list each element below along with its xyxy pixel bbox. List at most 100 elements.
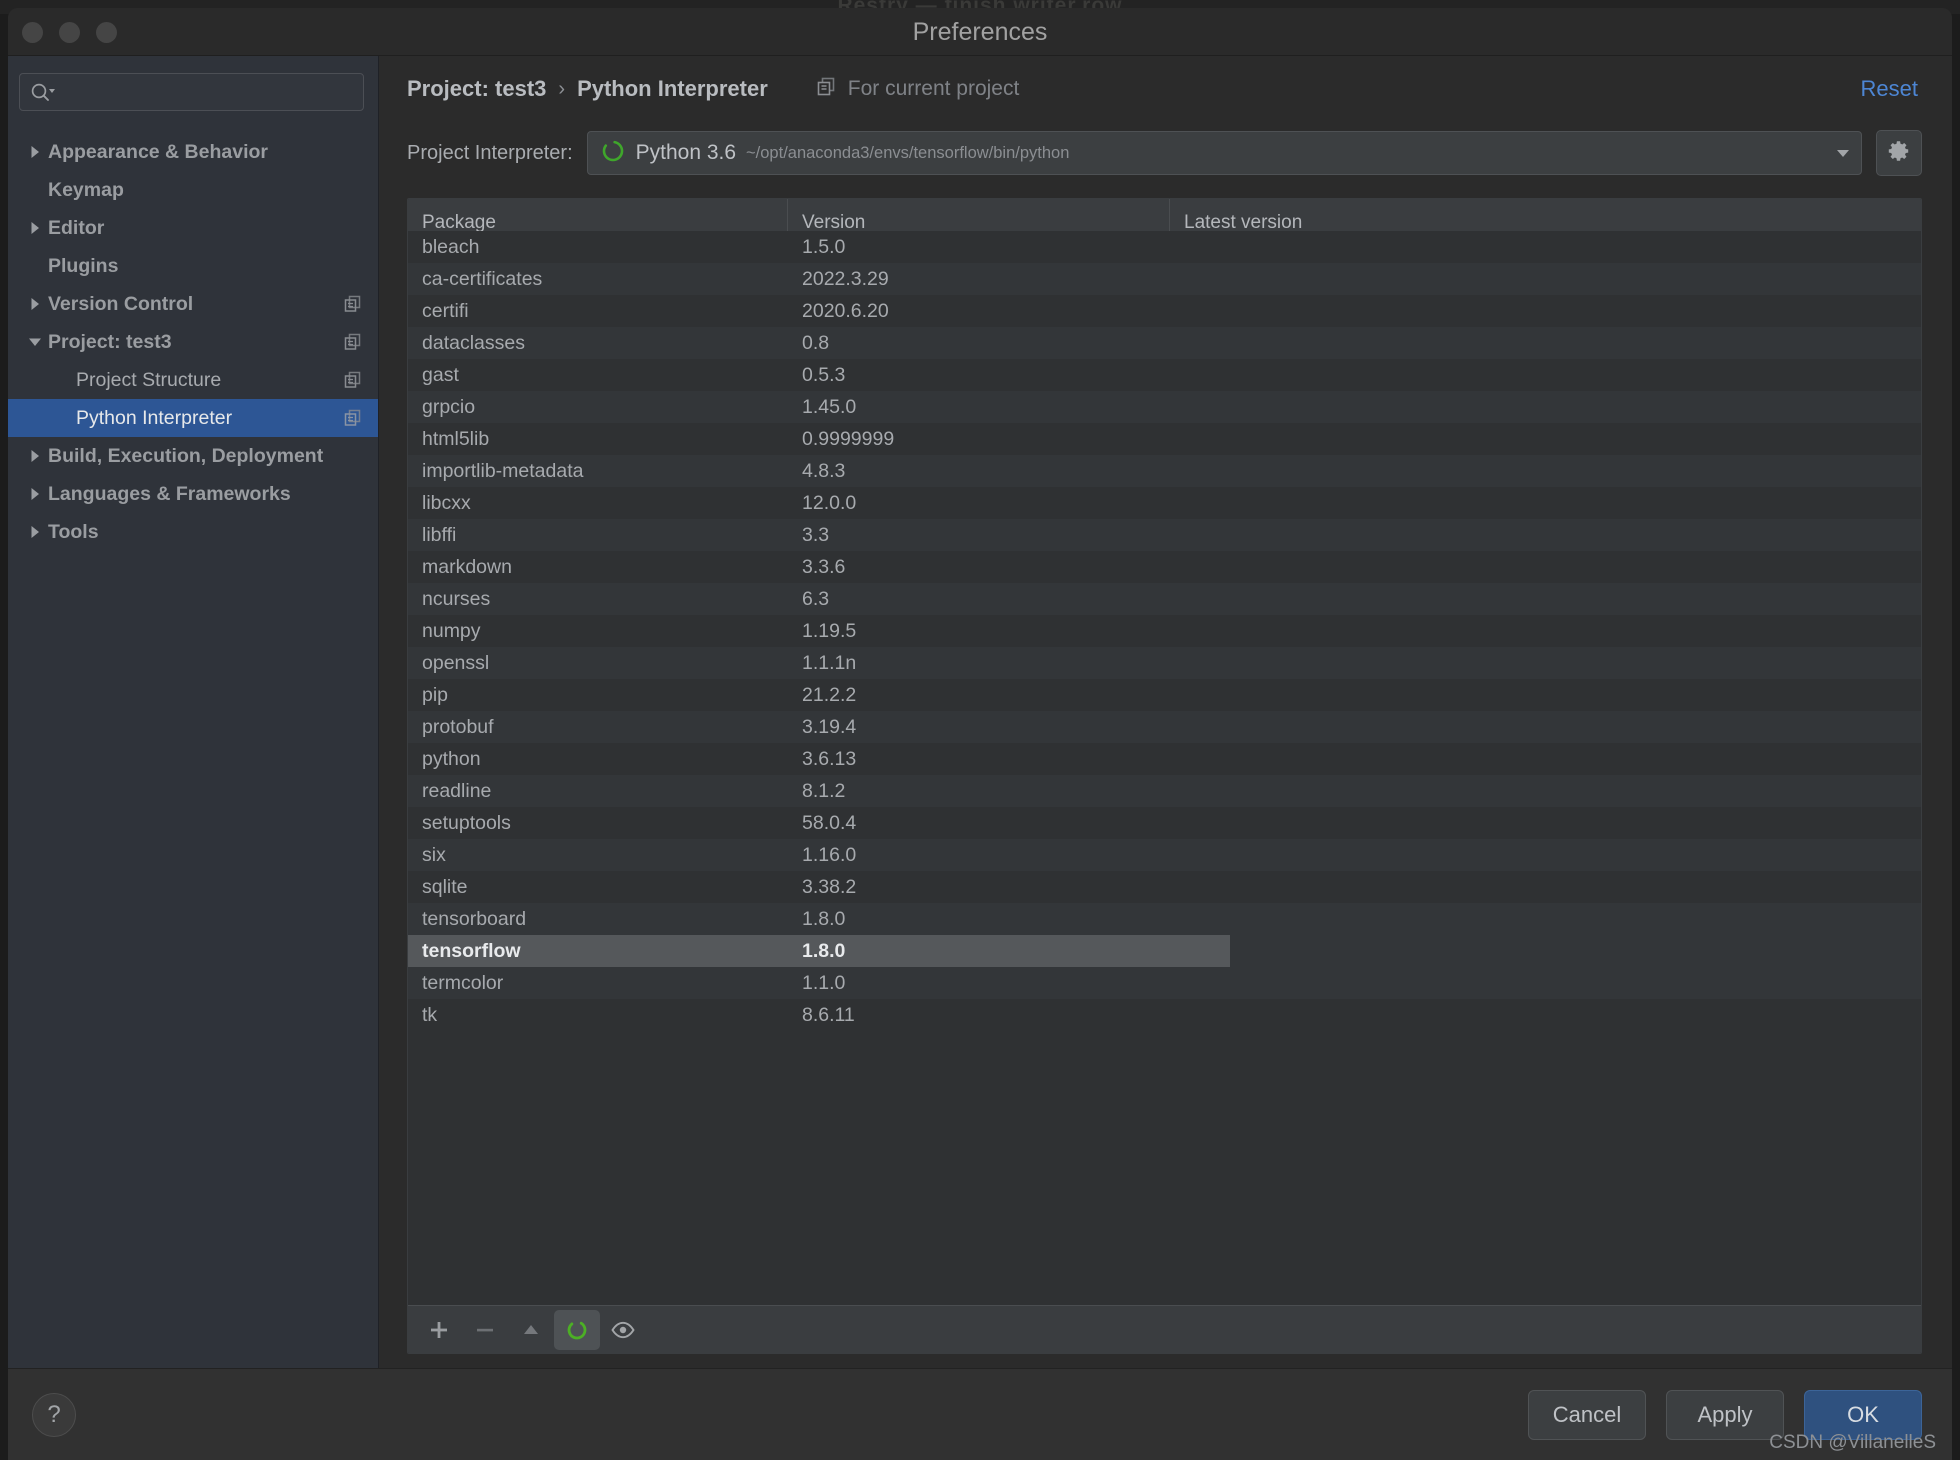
project-scope-badge-icon (342, 369, 364, 391)
cell-version: 58.0.4 (802, 811, 857, 834)
cell-version: 2022.3.29 (802, 267, 889, 290)
sidebar-item-languages-frameworks[interactable]: Languages & Frameworks (8, 475, 378, 513)
reset-link[interactable]: Reset (1861, 76, 1918, 102)
cell-version: 3.3.6 (802, 555, 846, 578)
chevron-right-icon[interactable] (22, 523, 48, 541)
table-row[interactable]: setuptools 58.0.4 (408, 807, 1921, 839)
breadcrumb: Project: test3 › Python Interpreter For … (379, 56, 1952, 122)
table-row[interactable]: termcolor 1.1.0 (408, 967, 1921, 999)
table-row[interactable]: numpy 1.19.5 (408, 615, 1921, 647)
ok-button[interactable]: OK (1804, 1389, 1922, 1440)
cancel-button[interactable]: Cancel (1528, 1389, 1646, 1440)
cell-version: 2020.6.20 (802, 299, 889, 322)
uninstall-package-button[interactable] (462, 1310, 508, 1350)
sidebar-item-plugins[interactable]: Plugins (8, 247, 378, 285)
packages-table: Package Version Latest version bleach 1.5… (407, 198, 1922, 1354)
chevron-right-icon[interactable] (22, 295, 48, 313)
table-row[interactable]: libcxx 12.0.0 (408, 487, 1921, 519)
cell-package: ncurses (422, 587, 491, 610)
interpreter-dropdown[interactable]: Python 3.6 ~/opt/anaconda3/envs/tensorfl… (586, 131, 1862, 175)
breadcrumb-parent[interactable]: Project: test3 (407, 76, 546, 102)
cell-version: 0.8 (802, 331, 830, 354)
scope-note: For current project (816, 76, 1019, 103)
cell-package: protobuf (422, 715, 494, 738)
chevron-right-icon[interactable] (22, 219, 48, 237)
chevron-right-icon[interactable] (22, 447, 48, 465)
table-row[interactable]: grpcio 1.45.0 (408, 391, 1921, 423)
table-row[interactable]: libffi 3.3 (408, 519, 1921, 551)
table-row[interactable]: six 1.16.0 (408, 839, 1921, 871)
table-row[interactable]: gast 0.5.3 (408, 359, 1921, 391)
table-row[interactable]: ca-certificates 2022.3.29 (408, 263, 1921, 295)
packages-toolbar (408, 1305, 1921, 1353)
chevron-right-icon[interactable] (22, 143, 48, 161)
zoom-window-button[interactable] (96, 21, 117, 43)
sidebar-item-project-test3[interactable]: Project: test3 (8, 323, 378, 361)
sidebar-item-version-control[interactable]: Version Control (8, 285, 378, 323)
search-box[interactable] (19, 73, 364, 111)
apply-button[interactable]: Apply (1666, 1389, 1784, 1440)
search-input[interactable] (56, 82, 353, 102)
window-title: Preferences (912, 18, 1048, 46)
sidebar-item-tools[interactable]: Tools (8, 513, 378, 551)
sidebar-item-editor[interactable]: Editor (8, 209, 378, 247)
cell-version: 8.6.11 (802, 1003, 855, 1026)
table-row[interactable]: dataclasses 0.8 (408, 327, 1921, 359)
dialog-body: Appearance & Behavior Keymap Editor Plugins… (8, 56, 1952, 1368)
table-row[interactable]: tk 8.6.11 (408, 999, 1921, 1031)
cell-package: dataclasses (422, 331, 525, 354)
table-row[interactable]: certifi 2020.6.20 (408, 295, 1921, 327)
sidebar-item-project-structure[interactable]: Project Structure (8, 361, 378, 399)
cell-package: six (422, 843, 446, 866)
cell-package: ca-certificates (422, 267, 543, 290)
help-button[interactable]: ? (32, 1392, 76, 1437)
table-row[interactable]: importlib-metadata 4.8.3 (408, 455, 1921, 487)
sidebar-item-label: Project: test3 (48, 330, 172, 353)
table-row[interactable]: html5lib 0.9999999 (408, 423, 1921, 455)
sidebar-item-appearance-behavior[interactable]: Appearance & Behavior (8, 133, 378, 171)
table-row[interactable]: pip 21.2.2 (408, 679, 1921, 711)
footer-button-group: Cancel Apply OK (1528, 1389, 1922, 1440)
table-row[interactable]: tensorboard 1.8.0 (408, 903, 1921, 935)
table-row[interactable]: bleach 1.5.0 (408, 231, 1921, 263)
sidebar-item-label: Languages & Frameworks (48, 482, 291, 505)
sidebar-item-label: Appearance & Behavior (48, 140, 268, 163)
packages-table-body[interactable]: bleach 1.5.0 ca-certificates 2022.3.29 certi… (408, 231, 1921, 1305)
table-row[interactable]: markdown 3.3.6 (408, 551, 1921, 583)
sidebar-item-label: Version Control (48, 292, 194, 315)
chevron-right-icon[interactable] (22, 485, 48, 503)
search-icon (30, 82, 56, 102)
interpreter-settings-gear-button[interactable] (1876, 130, 1922, 176)
install-package-button[interactable] (416, 1310, 462, 1350)
cell-version: 21.2.2 (802, 683, 857, 706)
minimize-window-button[interactable] (59, 21, 80, 43)
table-row[interactable]: readline 8.1.2 (408, 775, 1921, 807)
show-early-releases-eye-button[interactable] (600, 1310, 646, 1350)
cell-package: pip (422, 683, 449, 706)
sidebar-item-label: Plugins (48, 254, 119, 277)
refresh-packages-button[interactable] (554, 1309, 600, 1350)
cell-version: 1.1.0 (802, 971, 846, 994)
table-row[interactable]: protobuf 3.19.4 (408, 711, 1921, 743)
cell-package: gast (422, 363, 459, 386)
sidebar-item-keymap[interactable]: Keymap (8, 171, 378, 209)
cell-version: 1.19.5 (802, 619, 857, 642)
sidebar-item-build-execution-deployment[interactable]: Build, Execution, Deployment (8, 437, 378, 475)
close-window-button[interactable] (22, 21, 43, 43)
table-row[interactable]: ncurses 6.3 (408, 583, 1921, 615)
upgrade-package-button[interactable] (508, 1310, 554, 1350)
table-row[interactable]: openssl 1.1.1n (408, 647, 1921, 679)
table-row[interactable]: python 3.6.13 (408, 743, 1921, 775)
sidebar-item-label: Editor (48, 216, 105, 239)
sidebar-item-python-interpreter[interactable]: Python Interpreter (8, 399, 378, 437)
cell-package: html5lib (422, 427, 490, 450)
cell-package: sqlite (422, 875, 468, 898)
cell-package: termcolor (422, 971, 504, 994)
cell-package: openssl (422, 651, 490, 674)
cell-package: importlib-metadata (422, 459, 584, 482)
chevron-down-icon[interactable] (22, 333, 48, 351)
cell-version: 1.5.0 (802, 235, 846, 258)
table-row[interactable]: sqlite 3.38.2 (408, 871, 1921, 903)
breadcrumb-current: Python Interpreter (577, 76, 768, 101)
table-row[interactable]: tensorflow 1.8.0 (408, 935, 1921, 967)
